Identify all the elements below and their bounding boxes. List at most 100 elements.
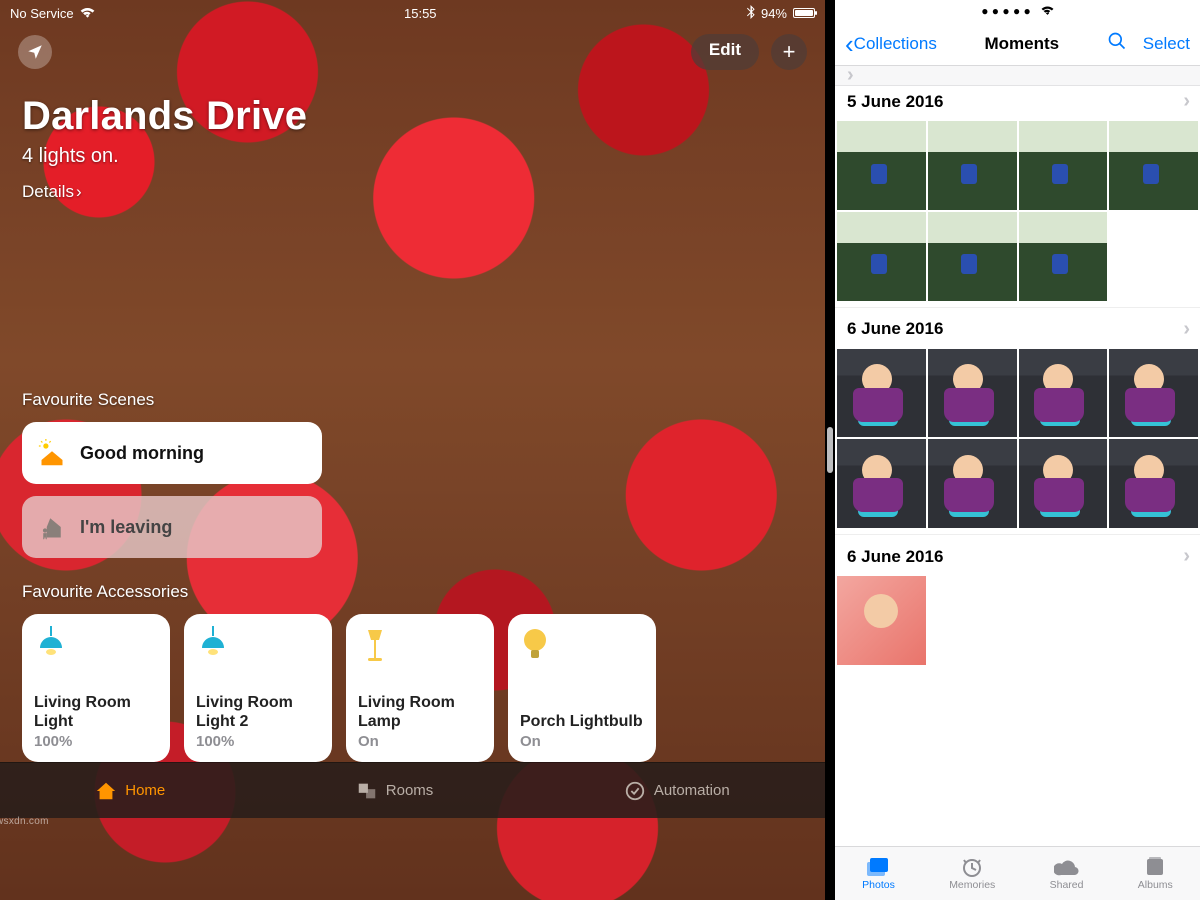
photo-thumbnail[interactable] (1109, 349, 1198, 438)
select-button[interactable]: Select (1143, 34, 1190, 54)
watermark-text: wsxdn.com (0, 816, 821, 827)
grid-filler (1109, 212, 1198, 301)
pendant-light-icon (34, 626, 158, 664)
moment-grid (835, 121, 1200, 307)
split-view-divider[interactable] (825, 0, 835, 900)
photo-thumbnail[interactable] (837, 121, 926, 210)
favourite-accessories-label: Favourite Accessories (0, 582, 825, 602)
leaving-house-icon (38, 513, 66, 541)
accessory-name: Living Room Light (34, 694, 158, 731)
tab-shared[interactable]: Shared (1050, 856, 1084, 891)
accessory-living-room-light-2[interactable]: Living Room Light 2 100% (184, 614, 332, 762)
photos-tab-bar: Photos Memories Shared Albums (835, 846, 1200, 900)
status-time: 15:55 (404, 6, 437, 21)
moments-scroll[interactable]: 5 June 2016 › 6 June 2016 › (835, 66, 1200, 846)
photo-thumbnail[interactable] (837, 576, 926, 665)
home-details-link[interactable]: Details › (22, 182, 803, 202)
sunrise-house-icon (38, 439, 66, 467)
accessories-row: Living Room Light 100% Living Room Light… (0, 602, 825, 762)
tab-label: Rooms (386, 782, 434, 799)
photo-thumbnail[interactable] (928, 212, 1017, 301)
floor-lamp-icon (358, 626, 482, 664)
photos-status-bar: ● ● ● ● ● (835, 0, 1200, 22)
albums-icon (1142, 856, 1168, 878)
photo-thumbnail[interactable] (928, 121, 1017, 210)
bulb-icon (520, 626, 644, 664)
accessory-living-room-light[interactable]: Living Room Light 100% (22, 614, 170, 762)
back-collections-button[interactable]: ‹ Collections (845, 34, 937, 54)
accessory-porch-lightbulb[interactable]: Porch Lightbulb On (508, 614, 656, 762)
tab-albums[interactable]: Albums (1138, 856, 1173, 891)
home-title: Darlands Drive (22, 94, 803, 139)
scene-label: I'm leaving (80, 517, 172, 538)
photo-thumbnail[interactable] (1019, 349, 1108, 438)
accessory-living-room-lamp[interactable]: Living Room Lamp On (346, 614, 494, 762)
add-button[interactable]: + (771, 34, 807, 70)
wifi-icon (80, 6, 95, 21)
carrier-text: No Service (10, 6, 74, 21)
moment-date: 6 June 2016 (847, 319, 943, 339)
photo-thumbnail[interactable] (928, 349, 1017, 438)
tab-label: Albums (1138, 879, 1173, 891)
accessory-name: Living Room Lamp (358, 694, 482, 731)
scene-im-leaving[interactable]: I'm leaving (22, 496, 322, 558)
tab-label: Automation (654, 782, 730, 799)
photos-stack-icon (866, 856, 892, 878)
grid-filler (1019, 576, 1108, 665)
home-status-subtitle: 4 lights on. (22, 145, 803, 168)
photo-thumbnail[interactable] (1019, 121, 1108, 210)
photo-thumbnail[interactable] (1109, 121, 1198, 210)
moment-grid (835, 349, 1200, 535)
chevron-right-icon: › (1183, 90, 1190, 113)
photo-thumbnail[interactable] (1109, 439, 1198, 528)
wifi-icon (1041, 4, 1054, 18)
moment-header-cutoff[interactable] (835, 66, 1200, 86)
accessory-name: Porch Lightbulb (520, 713, 644, 731)
tab-home[interactable]: Home (95, 780, 165, 802)
home-app-pane: No Service 15:55 94% Edit + (0, 0, 825, 900)
home-top-actions: Edit + (0, 26, 825, 70)
tab-automation[interactable]: Automation (624, 780, 730, 802)
cloud-icon (1054, 856, 1080, 878)
battery-icon (793, 8, 815, 18)
photo-thumbnail[interactable] (928, 439, 1017, 528)
tab-photos[interactable]: Photos (862, 856, 895, 891)
location-button[interactable] (18, 35, 52, 69)
edit-button[interactable]: Edit (691, 34, 759, 70)
accessory-state: 100% (196, 733, 320, 750)
accessory-name: Living Room Light 2 (196, 694, 320, 731)
scene-good-morning[interactable]: Good morning (22, 422, 322, 484)
details-label: Details (22, 182, 74, 202)
photo-thumbnail[interactable] (837, 349, 926, 438)
automation-icon (624, 780, 646, 802)
home-header: Darlands Drive 4 lights on. Details › (0, 70, 825, 210)
photo-thumbnail[interactable] (837, 439, 926, 528)
moment-header[interactable]: 6 June 2016 › (835, 307, 1200, 349)
moment-header[interactable]: 5 June 2016 › (835, 86, 1200, 121)
nav-title: Moments (984, 34, 1059, 54)
tab-label: Memories (949, 879, 995, 891)
battery-percent: 94% (761, 6, 787, 21)
grid-filler (928, 576, 1017, 665)
rooms-icon (356, 780, 378, 802)
photo-thumbnail[interactable] (1019, 212, 1108, 301)
tab-rooms[interactable]: Rooms (356, 780, 434, 802)
grid-filler (1109, 576, 1198, 665)
drag-handle-icon (827, 427, 833, 473)
moment-grid (835, 576, 1200, 671)
accessory-state: 100% (34, 733, 158, 750)
bluetooth-icon (746, 5, 755, 22)
search-button[interactable] (1107, 31, 1127, 56)
tab-memories[interactable]: Memories (949, 856, 995, 891)
favourite-scenes-label: Favourite Scenes (0, 390, 825, 410)
photos-app-pane: ● ● ● ● ● ‹ Collections Moments Select 5… (835, 0, 1200, 900)
scene-label: Good morning (80, 443, 204, 464)
accessory-state: On (358, 733, 482, 750)
moment-date: 5 June 2016 (847, 92, 943, 112)
pendant-light-icon (196, 626, 320, 664)
photo-thumbnail[interactable] (1019, 439, 1108, 528)
moment-header[interactable]: 6 June 2016 › (835, 534, 1200, 576)
photos-nav-bar: ‹ Collections Moments Select (835, 22, 1200, 66)
ipad-status-bar: No Service 15:55 94% (0, 0, 825, 26)
photo-thumbnail[interactable] (837, 212, 926, 301)
